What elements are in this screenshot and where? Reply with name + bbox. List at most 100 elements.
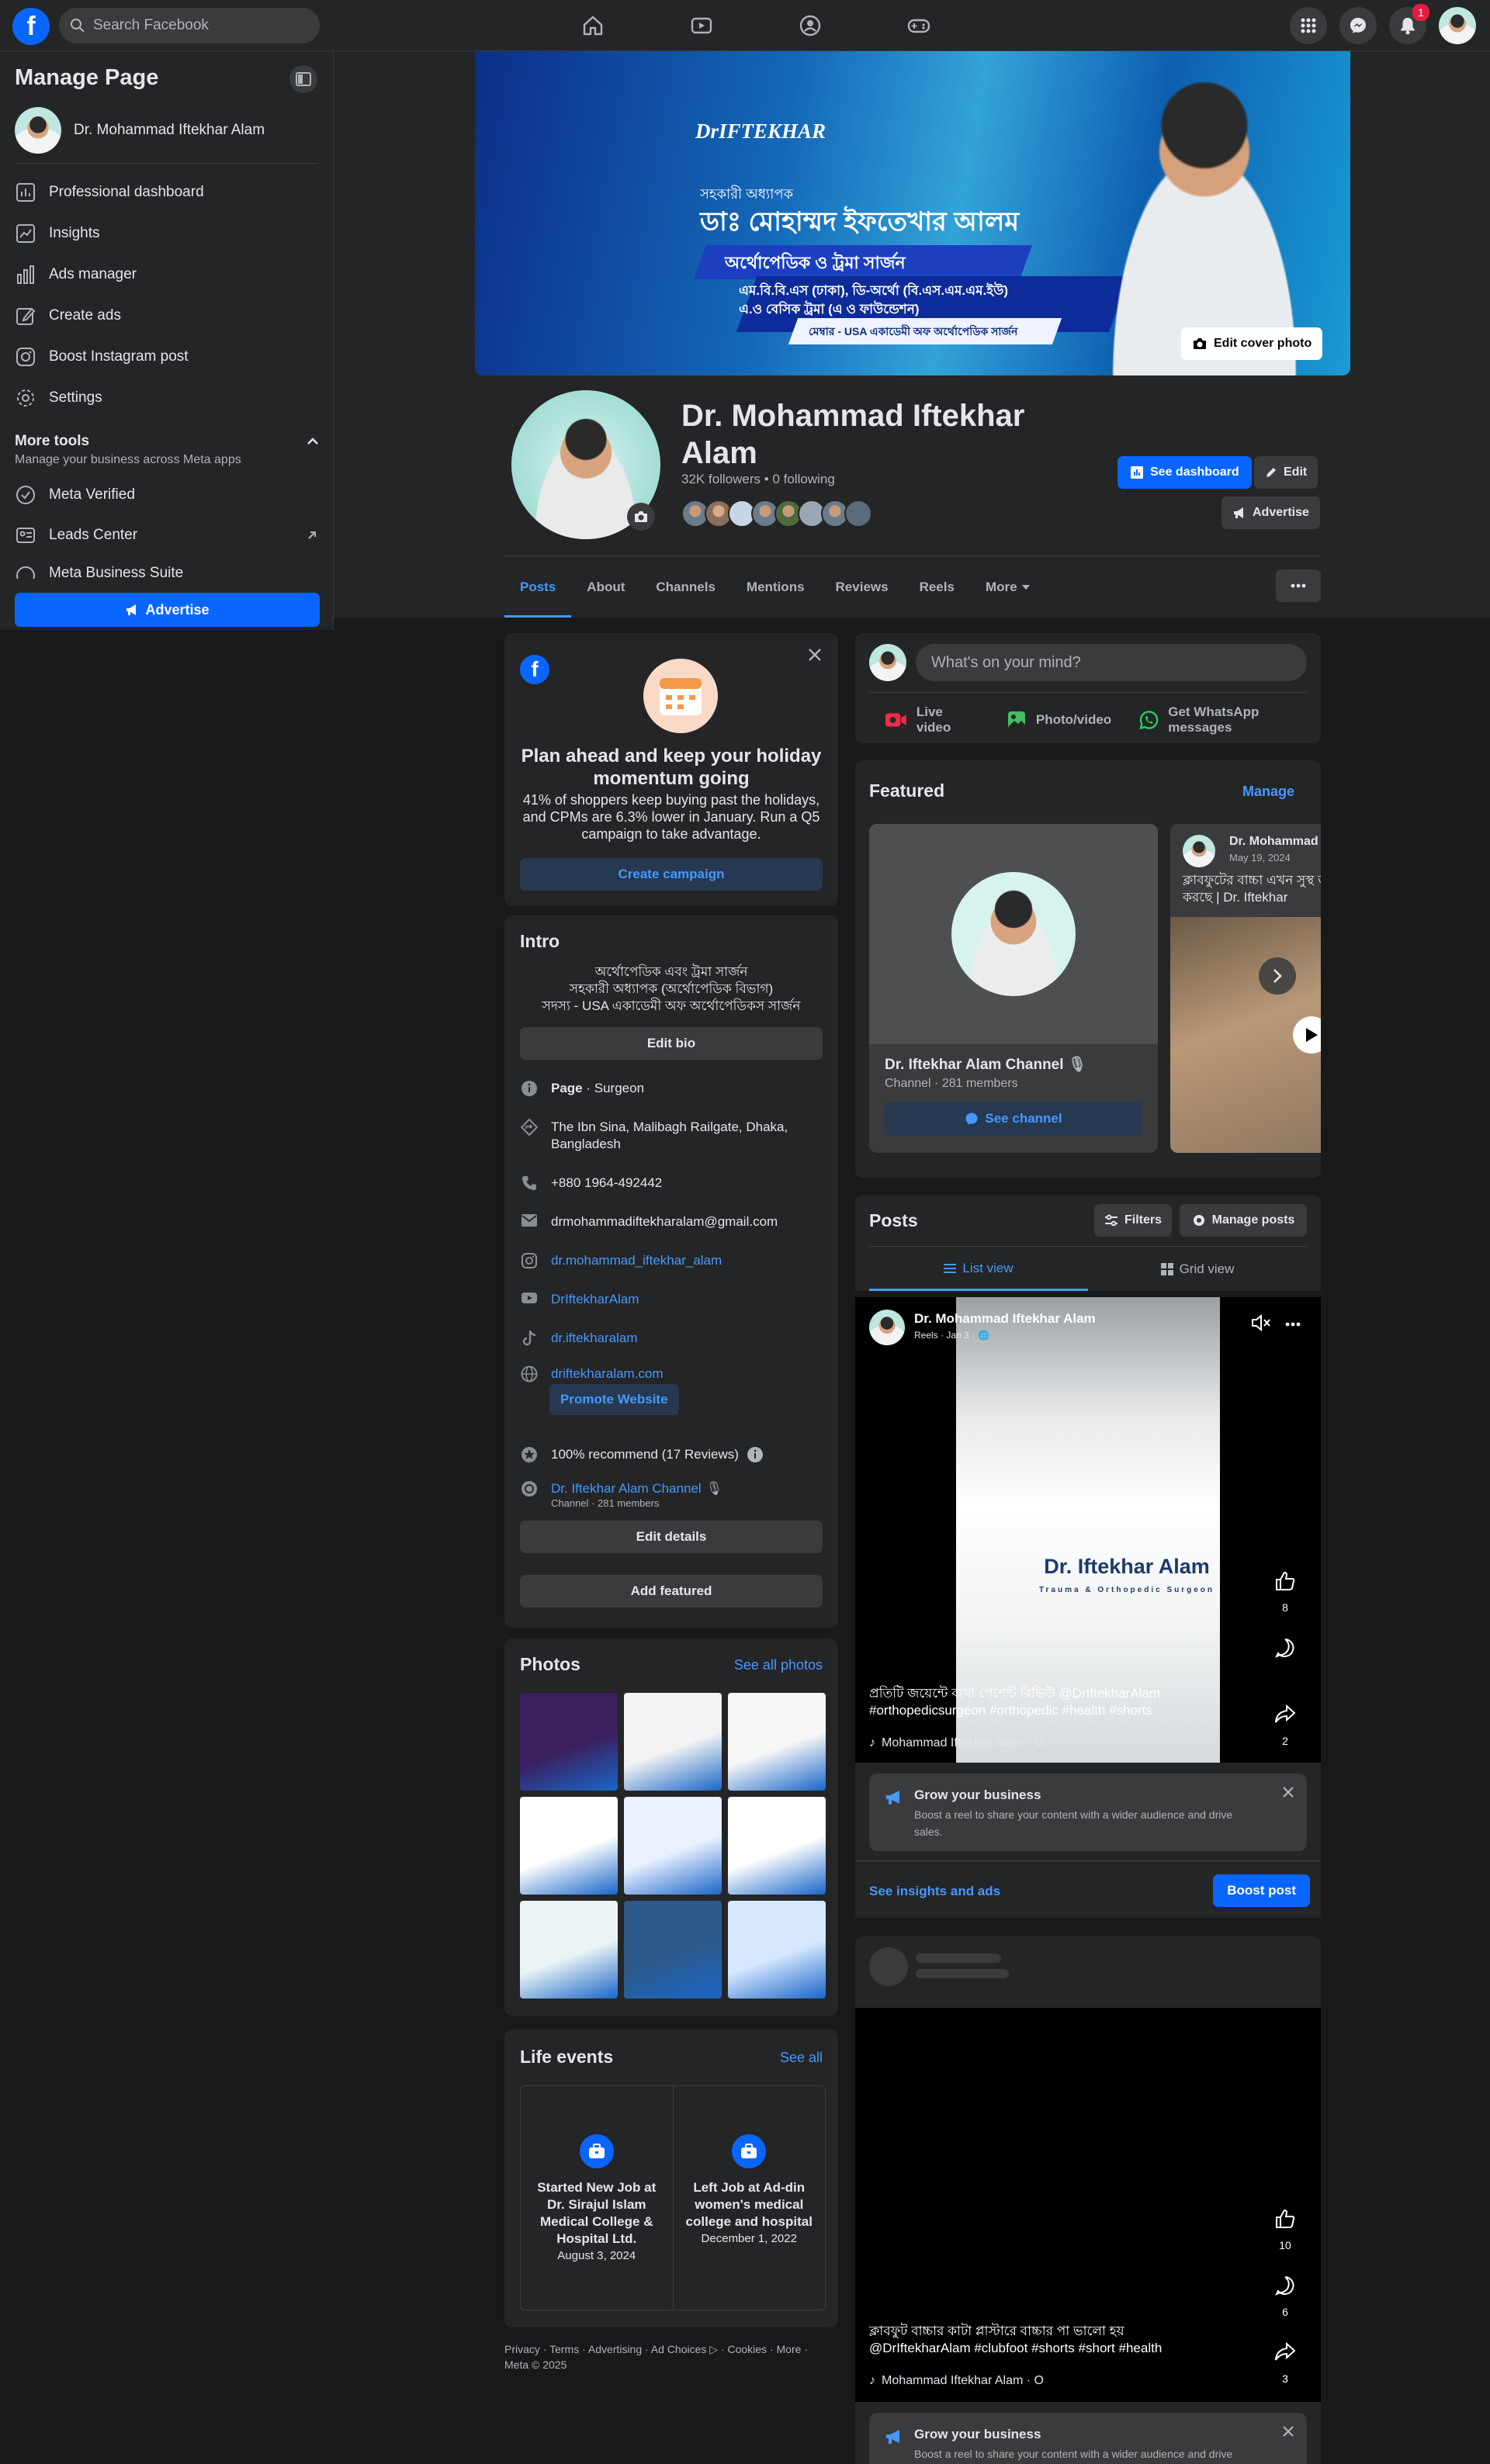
photo-thumbnail[interactable] [728,1797,826,1895]
grid-view-tab[interactable]: Grid view [1088,1248,1307,1291]
close-icon[interactable] [807,647,823,663]
live-video-button[interactable]: Live video [885,704,979,735]
facebook-logo[interactable]: f [12,8,50,45]
edit-bio-button[interactable]: Edit bio [520,1027,823,1060]
photo-video-button[interactable]: Photo/video [1007,704,1111,735]
collapse-sidebar-button[interactable] [289,65,317,93]
see-all-photos-link[interactable]: See all photos [734,1657,823,1673]
account-avatar-button[interactable] [1439,7,1476,44]
nav-home[interactable] [539,0,647,51]
info-icon[interactable] [747,1446,764,1463]
reel-comment[interactable]: 6 [1268,2268,1302,2318]
featured-post-card[interactable]: Dr. Mohammad May 19, 2024 ক্লাবফুটের বাচ… [1170,824,1321,1153]
manage-featured-link[interactable]: Manage [1242,784,1294,800]
reel-sound[interactable]: ♪ Mohammad Iftekhar Alam · O [869,1736,1044,1750]
whatsapp-button[interactable]: Get WhatsApp messages [1139,704,1321,735]
tab-about[interactable]: About [571,557,640,618]
intro-youtube[interactable]: DrIftekharAlam [520,1291,807,1308]
tiktok-link[interactable]: dr.iftekharalam [551,1330,638,1347]
mute-icon[interactable] [1251,1314,1271,1331]
more-tools-section[interactable]: More tools Manage your business across M… [15,433,319,467]
close-icon[interactable] [1282,1786,1294,1798]
intro-instagram[interactable]: dr.mohammad_iftekhar_alam [520,1252,807,1269]
tab-more[interactable]: More [970,557,1045,618]
nav-gaming[interactable] [865,0,973,51]
footer-links[interactable]: Privacy · Terms · Advertising · Ad Choic… [504,2341,830,2357]
ellipsis-icon[interactable] [1285,1322,1301,1327]
life-event-item[interactable]: Left Job at Ad-din women's medical colle… [674,2086,826,2310]
boost-post-button[interactable]: Boost post [1213,1874,1310,1907]
reel-sound[interactable]: ♪ Mohammad Iftekhar Alam · O [869,2374,1044,2388]
composer-input[interactable]: What's on your mind? [916,644,1307,681]
promote-website-button[interactable]: Promote Website [549,1384,679,1415]
see-dashboard-button[interactable]: See dashboard [1118,456,1252,489]
photo-thumbnail[interactable] [520,1797,618,1895]
youtube-link[interactable]: DrIftekharAlam [551,1291,639,1308]
create-campaign-button[interactable]: Create campaign [520,858,823,891]
sidebar-item-professional-dashboard[interactable]: Professional dashboard [15,182,317,203]
see-insights-link[interactable]: See insights and ads [869,1884,1000,1899]
sidebar-advertise-button[interactable]: Advertise [15,593,320,627]
sidebar-item-create-ads[interactable]: Create ads [15,305,317,327]
edit-details-button[interactable]: Edit details [520,1521,823,1553]
reel-post-1[interactable]: Dr. Iftekhar Alam Trauma & Orthopedic Su… [855,1297,1321,1763]
notifications-button[interactable]: 1 [1389,4,1429,44]
nav-groups[interactable] [756,0,865,51]
advertise-button[interactable]: Advertise [1221,497,1320,529]
update-profile-picture-button[interactable] [627,503,655,531]
nav-video[interactable] [647,0,756,51]
reel-author[interactable]: Dr. Mohammad Iftekhar Alam [914,1311,1096,1327]
photo-thumbnail[interactable] [624,1901,722,1999]
sidebar-page-profile[interactable]: Dr. Mohammad Iftekhar Alam [15,107,265,154]
tab-channels[interactable]: Channels [640,557,731,618]
tab-reels[interactable]: Reels [904,557,970,618]
follower-stats[interactable]: 32K followers • 0 following [681,472,835,487]
add-featured-button[interactable]: Add featured [520,1575,823,1607]
edit-page-button[interactable]: Edit [1254,456,1318,489]
see-channel-button[interactable]: See channel [885,1102,1142,1136]
reel-share[interactable]: 2 [1268,1697,1302,1747]
photo-thumbnail[interactable] [520,1901,618,1999]
menu-button[interactable] [1290,7,1327,44]
sidebar-item-boost-instagram[interactable]: Boost Instagram post [15,346,317,368]
reel-share[interactable]: 3 [1268,2335,1302,2385]
messenger-button[interactable] [1339,7,1377,44]
sidebar-item-settings[interactable]: Settings [15,387,317,409]
website-link[interactable]: driftekharalam.com [551,1365,664,1383]
search-input[interactable] [93,17,310,34]
intro-website[interactable]: driftekharalam.com [520,1365,807,1383]
sidebar-item-meta-business-suite[interactable]: Meta Business Suite [15,565,317,579]
intro-tiktok[interactable]: dr.iftekharalam [520,1330,807,1347]
follower-avatars[interactable] [681,500,872,528]
sidebar-item-ads-manager[interactable]: Ads manager [15,264,317,286]
manage-posts-button[interactable]: Manage posts [1180,1204,1307,1237]
search-bar[interactable] [59,8,320,43]
photo-thumbnail[interactable] [624,1797,722,1895]
tab-reviews[interactable]: Reviews [820,557,904,618]
instagram-link[interactable]: dr.mohammad_iftekhar_alam [551,1252,722,1269]
sidebar-item-leads-center[interactable]: Leads Center [15,524,317,546]
intro-channel[interactable]: Dr. Iftekhar Alam Channel 🎙 Channel · 281… [520,1480,807,1510]
reel-post-2[interactable]: 10 6 3 ক্লাবফুট বাচ্চার কাটা প্লাস্টারে … [855,2008,1321,2402]
close-icon[interactable] [1282,2425,1294,2438]
sidebar-item-insights[interactable]: Insights [15,223,317,244]
edit-cover-photo-button[interactable]: Edit cover photo [1181,327,1323,360]
reel-like[interactable]: 8 [1268,1564,1302,1614]
featured-next-button[interactable] [1259,957,1296,995]
reel-comment[interactable] [1268,1631,1302,1665]
reel-like[interactable]: 10 [1268,2202,1302,2251]
tab-mentions[interactable]: Mentions [731,557,820,618]
see-all-life-events-link[interactable]: See all [780,2050,823,2066]
photo-thumbnail[interactable] [728,1693,826,1791]
filters-button[interactable]: Filters [1094,1204,1172,1237]
list-view-tab[interactable]: List view [869,1248,1088,1291]
sidebar-item-meta-verified[interactable]: Meta Verified [15,484,317,506]
life-event-item[interactable]: Started New Job at Dr. Sirajul Islam Med… [521,2086,674,2310]
chevron-up-icon[interactable] [307,436,319,445]
more-options-button[interactable] [1276,569,1321,602]
photo-thumbnail[interactable] [520,1693,618,1791]
tab-posts[interactable]: Posts [504,557,572,618]
channel-link[interactable]: Dr. Iftekhar Alam Channel [551,1481,702,1496]
featured-channel-card[interactable]: Dr. Iftekhar Alam Channel 🎙 Channel · 28… [869,824,1158,1153]
photo-thumbnail[interactable] [728,1901,826,1999]
